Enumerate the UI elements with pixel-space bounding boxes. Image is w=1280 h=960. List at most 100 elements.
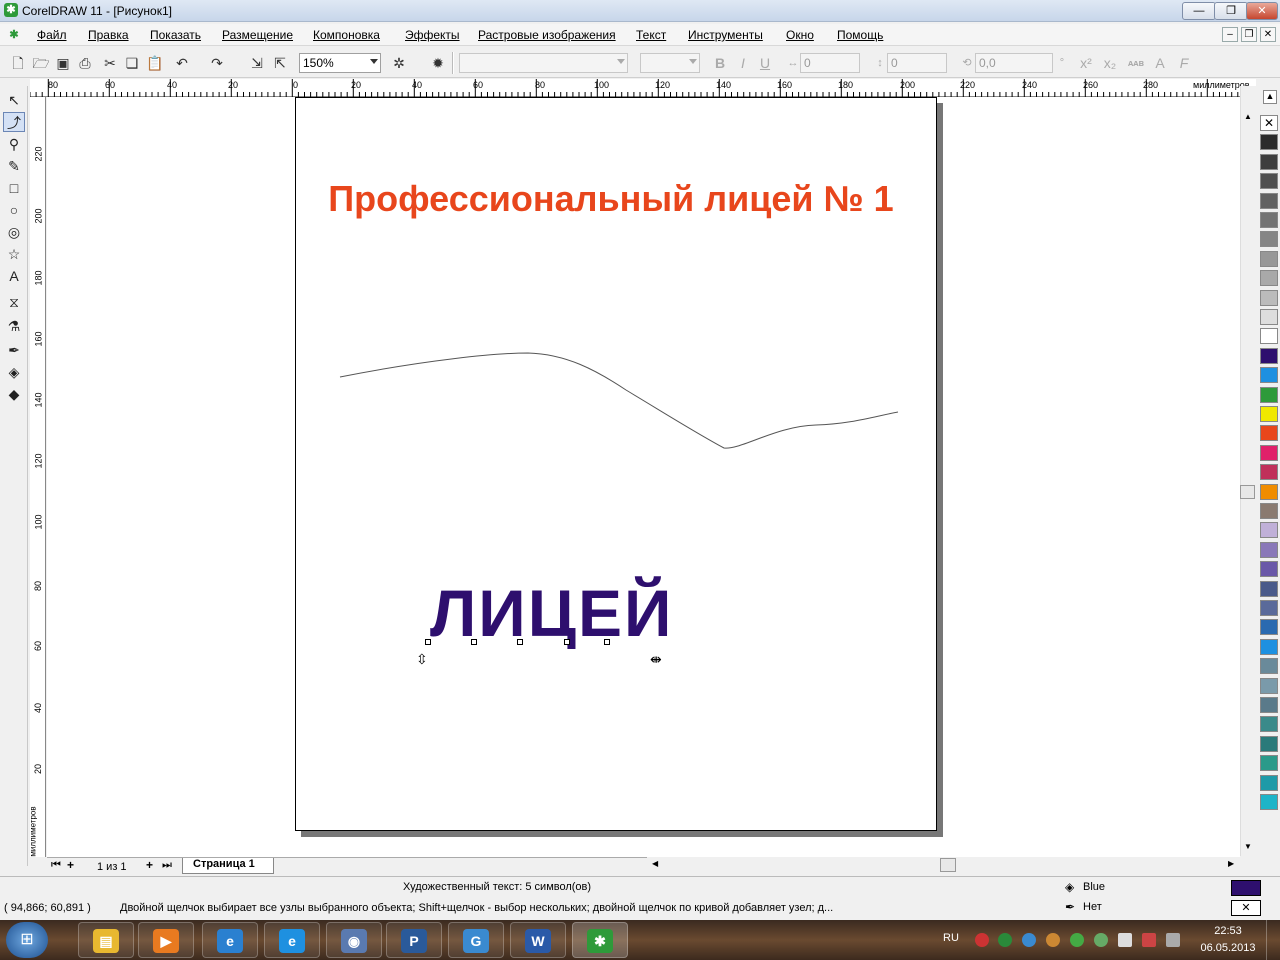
ie-icon[interactable]: e: [202, 922, 258, 958]
chrome-icon[interactable]: G: [448, 922, 504, 958]
small-caps-icon[interactable]: ᴀᴀʙ: [1126, 53, 1146, 73]
zoom-tool-icon[interactable]: ⚲: [3, 134, 25, 154]
color-swatch[interactable]: [1260, 755, 1278, 772]
color-swatch[interactable]: [1260, 794, 1278, 810]
color-swatch[interactable]: [1260, 464, 1278, 481]
color-swatch[interactable]: [1260, 386, 1278, 403]
star-tool-icon[interactable]: ☆: [3, 244, 25, 264]
color-swatch[interactable]: [1260, 250, 1278, 267]
last-page-icon[interactable]: ⏭: [162, 859, 172, 872]
color-palette[interactable]: ✕: [1260, 115, 1278, 835]
maximize-button[interactable]: ❐: [1214, 2, 1248, 20]
explorer-icon[interactable]: ▤: [78, 922, 134, 958]
no-color-swatch[interactable]: ✕: [1260, 115, 1278, 131]
scroll-down-icon[interactable]: ▼: [1244, 842, 1252, 851]
add-page-after-icon[interactable]: +: [146, 858, 153, 872]
color-swatch[interactable]: [1260, 600, 1278, 616]
outline-swatch[interactable]: ✕: [1231, 900, 1261, 916]
color-swatch[interactable]: [1260, 270, 1278, 287]
volume-icon[interactable]: [1166, 933, 1180, 947]
underline-icon[interactable]: U: [755, 53, 775, 73]
color-swatch[interactable]: [1260, 716, 1278, 733]
scroll-left-icon[interactable]: ◀: [652, 859, 658, 868]
export-icon[interactable]: ⇱: [270, 53, 290, 73]
menu-view[interactable]: Показать: [150, 28, 201, 42]
tray-icon-5[interactable]: [1070, 933, 1084, 947]
color-swatch[interactable]: [1260, 658, 1278, 675]
color-swatch[interactable]: [1260, 309, 1278, 325]
cut-icon[interactable]: ✂: [100, 53, 120, 73]
text-node-handle[interactable]: [471, 639, 477, 645]
doc-close-button[interactable]: ✕: [1260, 27, 1276, 42]
color-swatch[interactable]: [1260, 231, 1278, 248]
color-swatch[interactable]: [1260, 406, 1278, 422]
copy-icon[interactable]: ❏: [122, 53, 142, 73]
import-icon[interactable]: ⇲: [247, 53, 267, 73]
menu-arrange[interactable]: Компоновка: [313, 28, 380, 42]
ie-alt-icon[interactable]: e: [264, 922, 320, 958]
new-icon[interactable]: 🗋: [8, 53, 28, 73]
color-swatch[interactable]: [1260, 735, 1278, 752]
text-tool-icon[interactable]: A: [3, 266, 25, 286]
minimize-button[interactable]: —: [1182, 2, 1216, 20]
hscroll-thumb[interactable]: [940, 858, 956, 872]
font-name-select[interactable]: [459, 53, 628, 73]
scroll-right-icon[interactable]: ▶: [1228, 859, 1234, 868]
pick-tool-icon[interactable]: ↖: [3, 90, 25, 110]
start-button[interactable]: ⊞: [6, 922, 48, 958]
app-launcher-icon[interactable]: ✲: [389, 53, 409, 73]
outline-tool-icon[interactable]: ✒: [3, 340, 25, 360]
paste-icon[interactable]: 📋: [145, 53, 165, 73]
subscript-icon[interactable]: x₂: [1100, 53, 1120, 73]
coreldraw-icon[interactable]: ✱: [4, 3, 18, 17]
tray-icon-6[interactable]: [1094, 933, 1108, 947]
menu-text[interactable]: Текст: [636, 28, 666, 42]
menu-effects[interactable]: Эффекты: [405, 28, 460, 42]
superscript-icon[interactable]: x²: [1076, 53, 1096, 73]
zoom-select[interactable]: 150%: [299, 53, 381, 73]
menu-layout[interactable]: Размещение: [222, 28, 293, 42]
color-swatch[interactable]: [1260, 425, 1278, 442]
color-swatch[interactable]: [1260, 367, 1278, 384]
print-icon[interactable]: ⎙: [75, 53, 95, 73]
ellipse-tool-icon[interactable]: ○: [3, 200, 25, 220]
color-swatch[interactable]: [1260, 561, 1278, 578]
shape-tool-icon[interactable]: ⤴: [3, 112, 25, 132]
language-indicator[interactable]: RU: [943, 932, 959, 944]
char-spacing-field[interactable]: 0: [800, 53, 860, 73]
palette-up-icon[interactable]: ▲: [1263, 90, 1277, 104]
clock-time[interactable]: 22:53: [1200, 925, 1256, 937]
line-spacing-handle-icon[interactable]: ⇳: [416, 651, 428, 668]
tray-icon-1[interactable]: [975, 933, 989, 947]
horizontal-scrollbar[interactable]: ◀ ▶: [650, 857, 1240, 873]
undo-icon[interactable]: ↶: [172, 53, 192, 73]
page[interactable]: Профессиональный лицей № 1 ЛИЦЕЙ ⇳ ⇼: [295, 97, 937, 831]
browser-icon[interactable]: ◉: [326, 922, 382, 958]
first-page-icon[interactable]: ⏮: [51, 859, 61, 872]
add-page-icon[interactable]: +: [67, 858, 74, 872]
horizontal-ruler[interactable]: 80 60 40 20 0 20 40 60 80 100 120 140 16…: [30, 79, 1256, 97]
menu-window[interactable]: Окно: [786, 28, 814, 42]
doc-restore-button[interactable]: ❐: [1241, 27, 1257, 42]
char-angle-field[interactable]: 0,0: [975, 53, 1053, 73]
save-icon[interactable]: ▣: [53, 53, 73, 73]
color-swatch[interactable]: [1260, 580, 1278, 597]
color-swatch[interactable]: [1260, 677, 1278, 694]
drawing-canvas[interactable]: Профессиональный лицей № 1 ЛИЦЕЙ ⇳ ⇼: [47, 97, 1240, 857]
pdf-icon[interactable]: P: [386, 922, 442, 958]
spiral-tool-icon[interactable]: ◎: [3, 222, 25, 242]
color-swatch[interactable]: [1260, 134, 1278, 151]
font-size-select[interactable]: [640, 53, 700, 73]
color-swatch[interactable]: [1260, 638, 1278, 655]
case-icon[interactable]: A: [1150, 53, 1170, 73]
color-swatch[interactable]: [1260, 173, 1278, 190]
action-center-icon[interactable]: [1118, 933, 1132, 947]
color-swatch[interactable]: [1260, 153, 1278, 170]
menu-file[interactable]: Файл: [37, 28, 67, 42]
text-node-handle[interactable]: [604, 639, 610, 645]
color-swatch[interactable]: [1260, 192, 1278, 209]
menu-help[interactable]: Помощь: [837, 28, 883, 42]
char-spacing-handle-icon[interactable]: ⇼: [650, 651, 662, 668]
tray-icon-2[interactable]: [998, 933, 1012, 947]
menu-bitmaps[interactable]: Растровые изображения: [478, 28, 616, 42]
